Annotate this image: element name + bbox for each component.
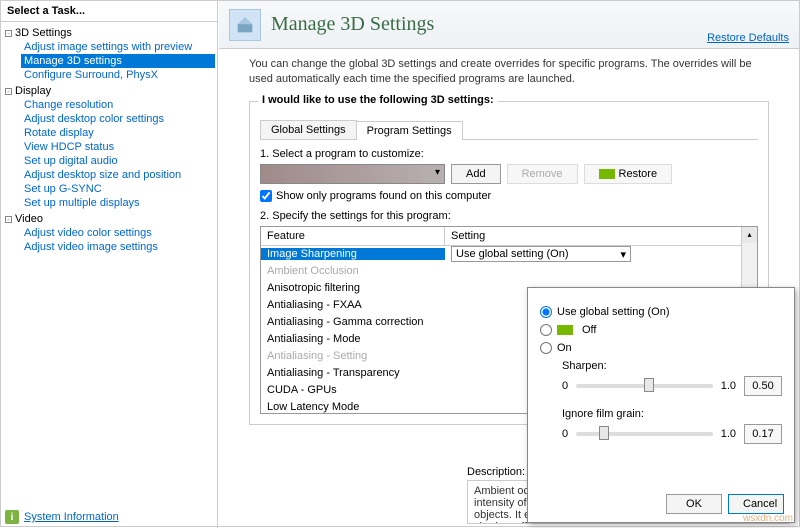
system-information-label: System Information	[24, 511, 119, 523]
tree-item[interactable]: View HDCP status	[21, 140, 215, 154]
setting-dropdown[interactable]: Use global setting (On)	[451, 246, 631, 262]
ok-button[interactable]: OK	[666, 494, 722, 514]
step-1: 1. Select a program to customize: Add Re…	[260, 148, 758, 202]
show-only-found-checkbox[interactable]: Show only programs found on this compute…	[260, 190, 758, 202]
sharpen-slider[interactable]	[576, 384, 713, 388]
nvidia-icon	[599, 169, 615, 179]
group-label: I would like to use the following 3D set…	[258, 94, 498, 106]
sharpen-value: 0.50	[744, 376, 782, 396]
tree-item[interactable]: Adjust image settings with preview	[21, 40, 215, 54]
sharpen-max: 1.0	[721, 380, 736, 392]
col-feature: Feature	[261, 227, 445, 245]
tab-program-settings[interactable]: Program Settings	[356, 121, 463, 140]
expand-icon: -	[5, 216, 12, 223]
tree-item[interactable]: Configure Surround, PhysX	[21, 68, 215, 82]
restore-defaults-link[interactable]: Restore Defaults	[707, 32, 789, 44]
tree-item[interactable]: Set up multiple displays	[21, 196, 215, 210]
tree-category[interactable]: -Video	[3, 212, 215, 226]
radio-off[interactable]: Off	[540, 324, 782, 336]
tree-item[interactable]: Rotate display	[21, 126, 215, 140]
tree-category[interactable]: -Display	[3, 84, 215, 98]
sharpening-popup: Use global setting (On) Off On Sharpen: …	[527, 287, 795, 523]
show-only-found-label: Show only programs found on this compute…	[276, 190, 491, 202]
grain-slider[interactable]	[576, 432, 713, 436]
task-tree: -3D SettingsAdjust image settings with p…	[1, 22, 217, 260]
step-1-label: 1. Select a program to customize:	[260, 148, 758, 160]
settings-3d-icon	[229, 9, 261, 41]
step-2-label: 2. Specify the settings for this program…	[260, 210, 758, 222]
grain-min: 0	[562, 428, 568, 440]
program-select[interactable]	[260, 164, 445, 184]
radio-use-global[interactable]: Use global setting (On)	[540, 306, 782, 318]
intro-text: You can change the global 3D settings an…	[219, 49, 799, 95]
tree-category[interactable]: -3D Settings	[3, 26, 215, 40]
add-button[interactable]: Add	[451, 164, 501, 184]
scroll-up-icon[interactable]: ▴	[742, 227, 757, 243]
tree-item[interactable]: Set up digital audio	[21, 154, 215, 168]
watermark: wsxdn.com	[743, 513, 793, 524]
grid-header: Feature Setting	[261, 227, 757, 246]
grid-row[interactable]: Ambient Occlusion	[261, 263, 757, 280]
tree-item[interactable]: Adjust video color settings	[21, 226, 215, 240]
expand-icon: -	[5, 88, 12, 95]
info-icon: i	[5, 510, 19, 524]
tree-item[interactable]: Adjust video image settings	[21, 240, 215, 254]
tab-strip: Global Settings Program Settings	[260, 120, 758, 140]
tree-item[interactable]: Manage 3D settings	[21, 54, 215, 68]
show-only-found-input[interactable]	[260, 190, 272, 202]
col-setting: Setting	[445, 227, 757, 245]
remove-button: Remove	[507, 164, 578, 184]
tree-item[interactable]: Adjust desktop color settings	[21, 112, 215, 126]
sharpen-label: Sharpen:	[562, 360, 782, 372]
tree-item[interactable]: Adjust desktop size and position	[21, 168, 215, 182]
restore-button: Restore	[584, 164, 673, 184]
sidebar: Select a Task... -3D SettingsAdjust imag…	[1, 1, 218, 528]
cancel-button[interactable]: Cancel	[728, 494, 784, 514]
expand-icon: -	[5, 30, 12, 37]
grid-row[interactable]: Image SharpeningUse global setting (On)	[261, 246, 757, 263]
tree-item[interactable]: Set up G-SYNC	[21, 182, 215, 196]
tree-item[interactable]: Change resolution	[21, 98, 215, 112]
task-header: Select a Task...	[1, 1, 217, 22]
grain-value: 0.17	[744, 424, 782, 444]
radio-on[interactable]: On	[540, 342, 782, 354]
title-bar: Manage 3D Settings Restore Defaults	[219, 1, 799, 49]
nvidia-icon	[557, 325, 573, 335]
sharpen-min: 0	[562, 380, 568, 392]
page-title: Manage 3D Settings	[271, 13, 434, 36]
tab-global-settings[interactable]: Global Settings	[260, 120, 357, 139]
grain-max: 1.0	[721, 428, 736, 440]
system-information-link[interactable]: i System Information	[5, 510, 119, 524]
grain-label: Ignore film grain:	[562, 408, 782, 420]
